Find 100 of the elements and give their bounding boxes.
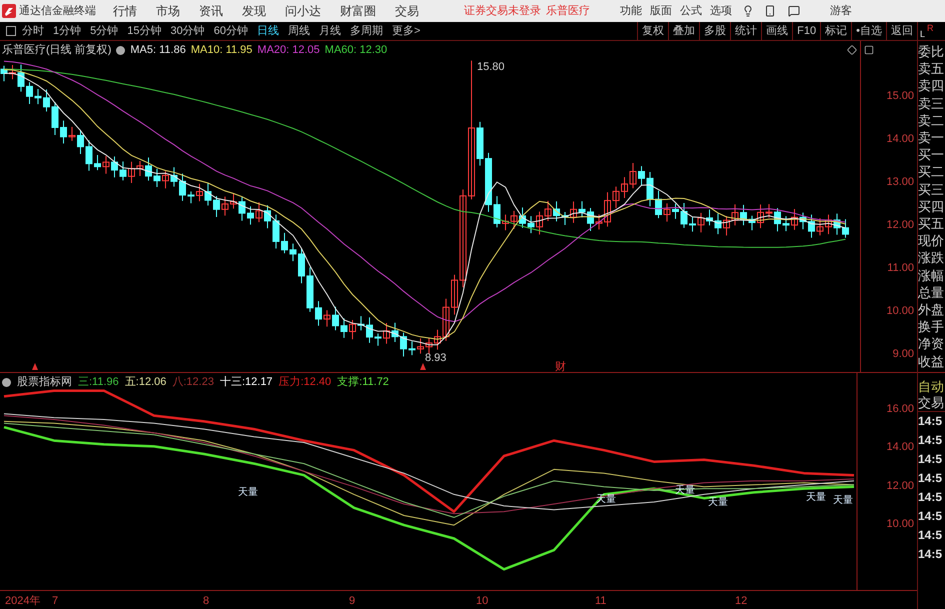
panel-toggle-icon[interactable] xyxy=(6,26,16,36)
stock-name: 乐普医疗 xyxy=(546,4,590,19)
date-axis-label: 9 xyxy=(349,594,356,609)
bulb-icon[interactable] xyxy=(742,5,754,17)
quote-field-label: 卖一 xyxy=(918,129,945,146)
app-title: 通达信金融终端 xyxy=(19,4,97,19)
period-tab[interactable]: 15分钟 xyxy=(127,22,162,40)
toolbar-item[interactable]: 公式 xyxy=(680,2,702,20)
indicator-name: 股票指标网 xyxy=(17,375,72,390)
period-tab[interactable]: 1分钟 xyxy=(53,22,82,40)
logo-icon xyxy=(2,4,16,18)
quote-field-label: 委比 xyxy=(918,43,945,60)
ma-value: MA60: 12.30 xyxy=(324,43,388,58)
quote-field-label: 涨幅 xyxy=(918,266,945,284)
chart-button[interactable]: 多股 xyxy=(699,22,730,40)
trade-panel-title: 交易 xyxy=(918,395,945,412)
indicator-value: 压力:12.40 xyxy=(278,375,332,390)
menu-item[interactable]: 资讯 xyxy=(199,2,223,20)
quote-field-label: 买五 xyxy=(918,215,945,232)
quote-field-label: 总量 xyxy=(918,284,945,302)
period-tab[interactable]: 60分钟 xyxy=(214,22,248,40)
signal-label: 天量 xyxy=(238,486,258,500)
trade-time: 14:5 xyxy=(918,489,944,506)
quote-field-label: 卖三 xyxy=(918,94,945,112)
price-axis-label: 14.00 xyxy=(886,132,914,147)
date-axis-label: 12 xyxy=(735,594,748,609)
period-tab[interactable]: 周线 xyxy=(288,22,310,40)
chart-button[interactable]: 返回 xyxy=(886,22,917,40)
quote-field-label: 收益 xyxy=(918,352,945,370)
corner-label: R xyxy=(927,22,934,35)
chart-button[interactable]: •自选 xyxy=(851,22,886,40)
event-marker[interactable]: 财 xyxy=(555,359,566,376)
marker-icon xyxy=(32,363,38,370)
indicator-axis-label: 16.00 xyxy=(886,402,914,417)
toolbar-item[interactable]: 选项 xyxy=(710,2,732,20)
period-tab[interactable]: 月线 xyxy=(319,22,341,40)
period-tab[interactable]: 30分钟 xyxy=(170,22,205,40)
period-tab[interactable]: 多周期 xyxy=(350,22,383,40)
indicator-axis-label: 10.00 xyxy=(886,517,914,532)
date-axis-label: 11 xyxy=(595,594,606,609)
price-axis-label: 13.00 xyxy=(886,175,914,190)
menu-item[interactable]: 发现 xyxy=(242,2,266,20)
indicator-value: 八:12.23 xyxy=(172,375,214,390)
high-price-label: 15.80 xyxy=(477,60,505,75)
signal-label: 天量 xyxy=(806,491,826,505)
chart-button[interactable]: 标记 xyxy=(820,22,852,40)
menu-item[interactable]: 问小达 xyxy=(285,2,321,20)
period-tab[interactable]: 日线 xyxy=(257,22,279,40)
menu-item[interactable]: 财富圈 xyxy=(340,2,376,20)
date-axis-label: 10 xyxy=(476,594,488,609)
menu-item[interactable]: 交易 xyxy=(395,2,419,20)
price-axis-label: 11.00 xyxy=(887,261,914,276)
period-tab[interactable]: 更多> xyxy=(392,22,420,40)
indicator-value: 支撑:11.72 xyxy=(337,375,389,390)
trade-time: 14:5 xyxy=(918,451,944,468)
date-axis-label: 8 xyxy=(203,594,210,609)
trade-time: 14:5 xyxy=(918,470,944,487)
trade-time: 14:5 xyxy=(918,546,944,563)
indicator-value: 五:12.06 xyxy=(124,375,166,390)
period-tab[interactable]: 分时 xyxy=(22,22,44,40)
period-tab[interactable]: 5分钟 xyxy=(90,22,118,40)
ma-value: MA5: 11.86 xyxy=(130,43,186,58)
quote-field-label: 外盘 xyxy=(918,301,945,318)
indicator-value: 十三:12.17 xyxy=(220,375,273,390)
date-axis-label: 2024年 xyxy=(5,594,40,609)
trade-panel-title: 自动 xyxy=(918,379,945,395)
toolbar-item[interactable]: 版面 xyxy=(650,2,672,20)
quote-field-label: 换手 xyxy=(918,318,945,336)
diamond-icon[interactable] xyxy=(847,45,857,55)
trade-time: 14:5 xyxy=(918,432,944,449)
price-axis-label: 15.00 xyxy=(886,89,914,104)
chart-button[interactable]: 复权 xyxy=(637,22,668,40)
ma-value: MA10: 11.95 xyxy=(190,43,252,58)
indicator-axis-label: 14.00 xyxy=(886,440,914,456)
menu-item[interactable]: 市场 xyxy=(156,2,180,20)
trade-time: 14:5 xyxy=(918,527,944,544)
quote-field-label: 卖二 xyxy=(918,112,945,130)
trade-time: 14:5 xyxy=(918,508,944,525)
user-label[interactable]: 游客 xyxy=(830,2,852,20)
price-axis-label: 12.00 xyxy=(886,218,914,233)
login-status[interactable]: 证券交易未登录 xyxy=(464,2,541,20)
message-icon[interactable] xyxy=(788,5,800,17)
quote-field-label: 卖四 xyxy=(918,77,945,95)
price-axis-label: 10.00 xyxy=(886,304,914,319)
menu-item[interactable]: 行情 xyxy=(113,2,137,20)
signal-label: 天量 xyxy=(708,496,728,510)
toolbar-item[interactable]: 功能 xyxy=(620,2,642,20)
chart-button[interactable]: 统计 xyxy=(730,22,762,40)
date-axis-label: 7 xyxy=(52,594,58,609)
signal-label: 天量 xyxy=(833,494,853,508)
quote-field-label: 买二 xyxy=(918,163,945,181)
phone-icon[interactable] xyxy=(764,5,776,17)
quote-field-label: 涨跌 xyxy=(918,249,945,267)
quote-field-label: 现价 xyxy=(918,232,945,250)
panel-icon[interactable] xyxy=(864,45,874,55)
quote-field-label: 买三 xyxy=(918,180,945,198)
chart-button[interactable]: 画线 xyxy=(761,22,792,40)
marker-icon xyxy=(420,363,426,370)
chart-button[interactable]: F10 xyxy=(792,22,820,40)
chart-button[interactable]: 叠加 xyxy=(668,22,700,40)
